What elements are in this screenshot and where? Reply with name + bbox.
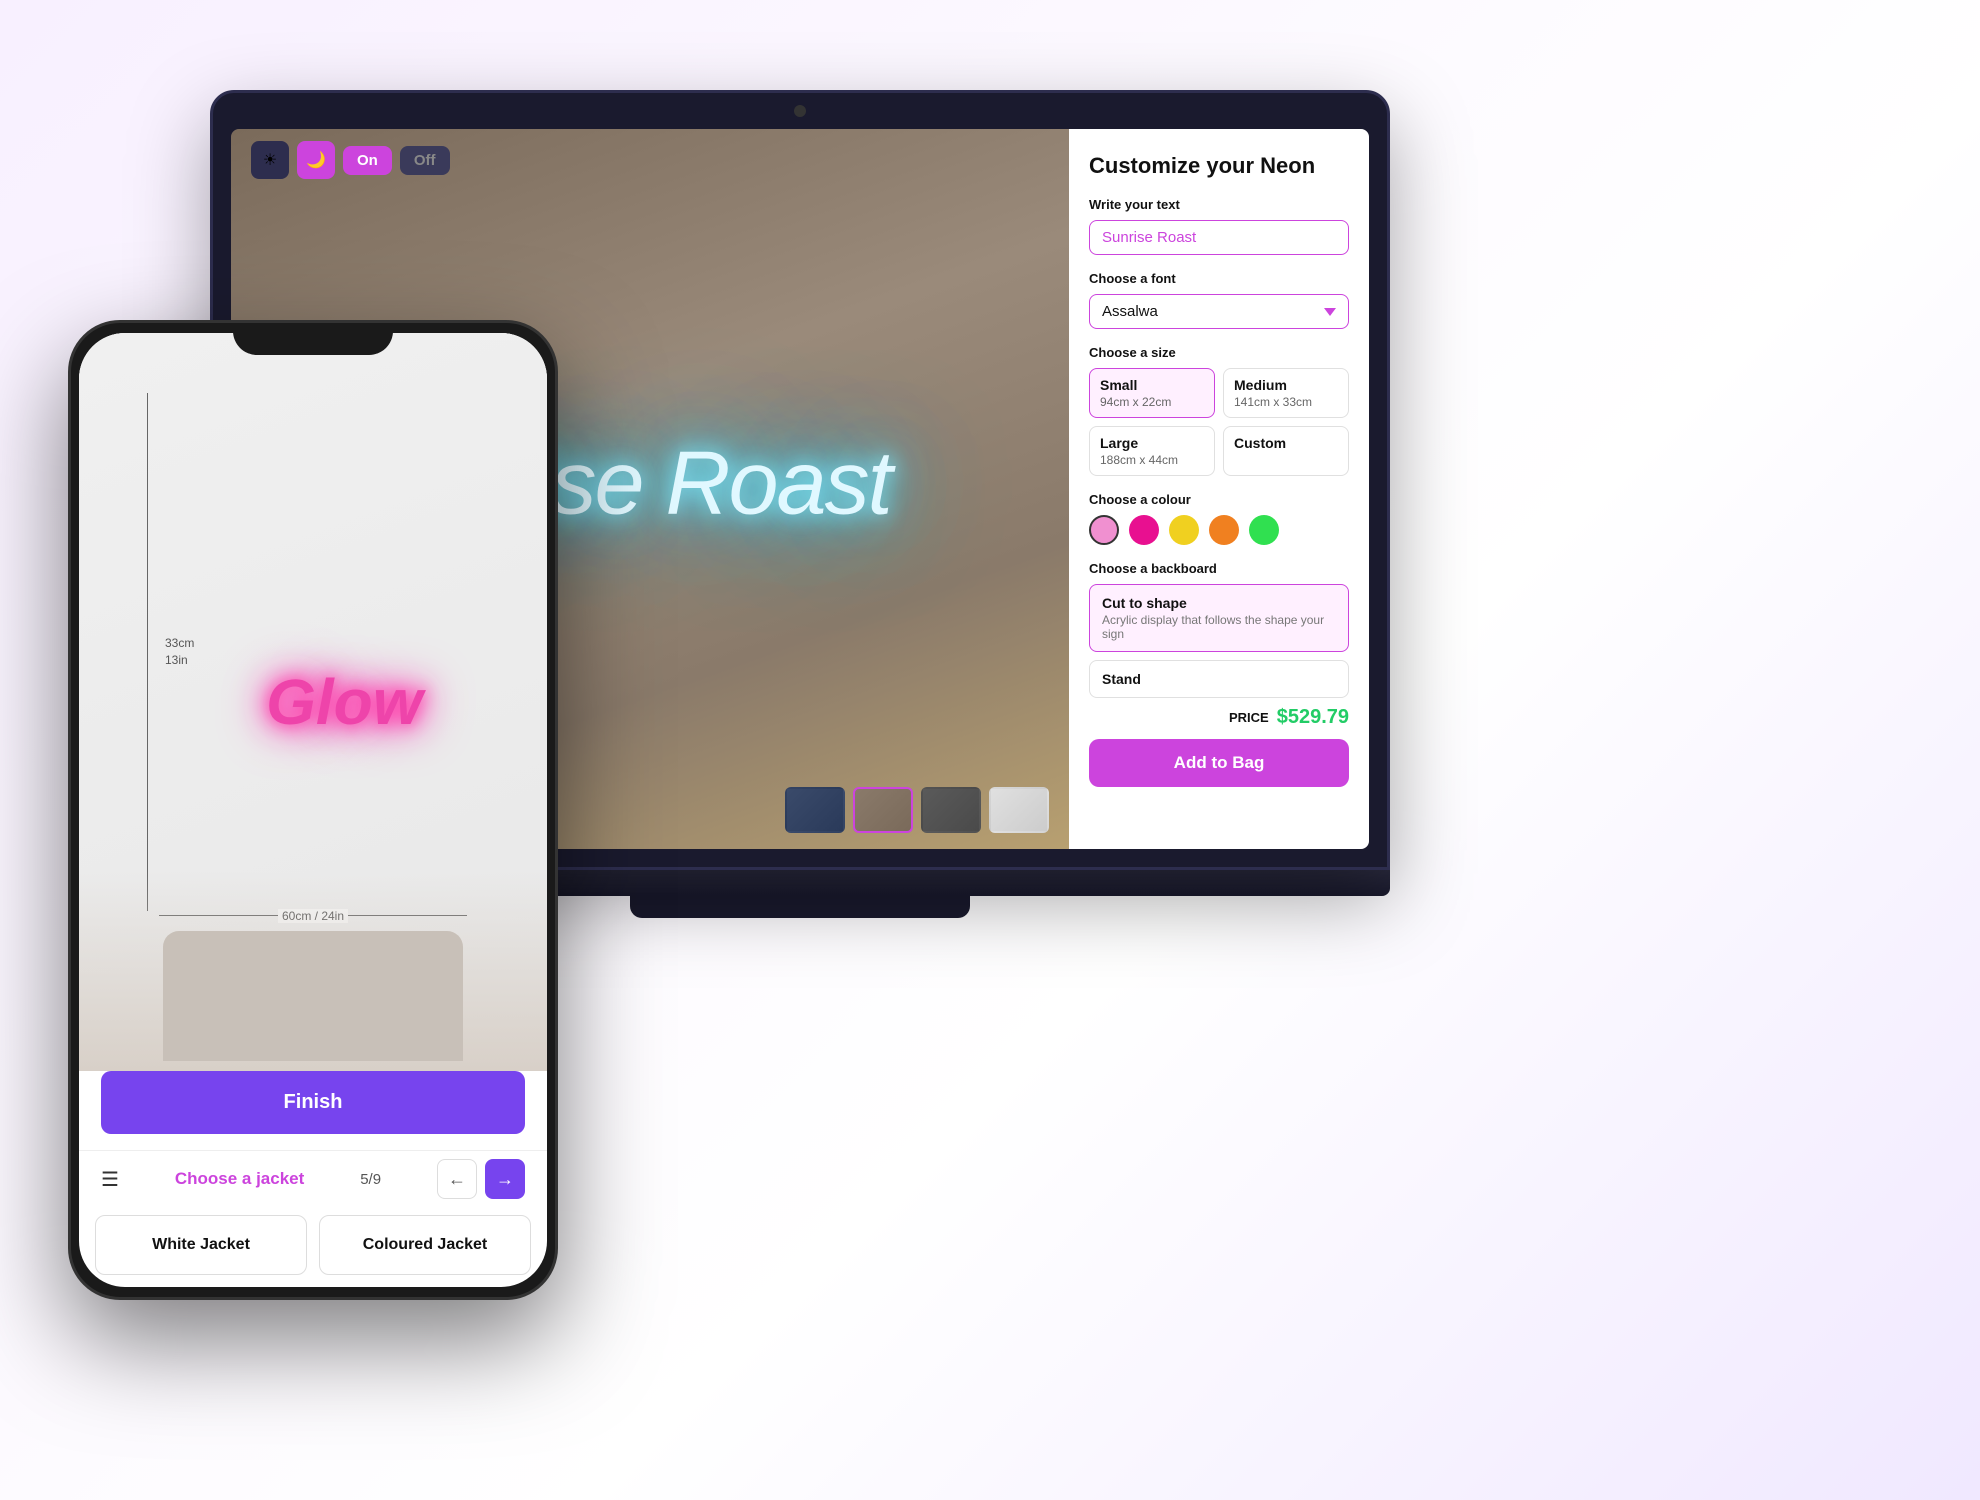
panel-title: Customize your Neon <box>1089 153 1349 179</box>
backboard-stand-name: Stand <box>1102 671 1336 687</box>
nav-arrows: ← → <box>437 1159 525 1199</box>
white-jacket-label: White Jacket <box>152 1236 250 1254</box>
white-jacket-option[interactable]: White Jacket <box>95 1215 307 1275</box>
size-option-large[interactable]: Large 188cm x 44cm <box>1089 426 1215 476</box>
coloured-jacket-option[interactable]: Coloured Jacket <box>319 1215 531 1275</box>
right-panel: Customize your Neon Write your text Choo… <box>1069 129 1369 849</box>
size-option-medium[interactable]: Medium 141cm x 33cm <box>1223 368 1349 418</box>
size-name-medium: Medium <box>1234 377 1338 393</box>
phone-sofa-area <box>79 871 547 1071</box>
dim-v-line1: 33cm <box>165 636 194 650</box>
size-name-small: Small <box>1100 377 1204 393</box>
size-option-custom[interactable]: Custom <box>1223 426 1349 476</box>
backboard-cut-to-shape[interactable]: Cut to shape Acrylic display that follow… <box>1089 584 1349 652</box>
off-button[interactable]: Off <box>400 146 450 175</box>
write-text-label: Write your text <box>1089 197 1349 212</box>
phone-nav-bar: ☰ Choose a jacket 5/9 ← → <box>79 1150 547 1207</box>
choose-colour-label: Choose a colour <box>1089 492 1349 507</box>
nav-next-button[interactable]: → <box>485 1159 525 1199</box>
laptop-camera <box>794 105 806 117</box>
backboard-stand[interactable]: Stand <box>1089 660 1349 698</box>
thumbnail-3[interactable] <box>921 787 981 833</box>
price-label: PRICE <box>1229 710 1269 725</box>
laptop-controls: ☀ 🌙 On Off <box>251 141 450 179</box>
size-dims-small: 94cm x 22cm <box>1100 395 1204 409</box>
thumbnail-2[interactable] <box>853 787 913 833</box>
phone-preview-area: Glow 33cm 13in 60cm / 24in <box>79 333 547 1071</box>
on-button[interactable]: On <box>343 146 392 175</box>
colour-pink-hot[interactable] <box>1129 515 1159 545</box>
add-to-bag-button[interactable]: Add to Bag <box>1089 739 1349 787</box>
font-select[interactable]: Assalwa Arial Roboto Script <box>1089 294 1349 329</box>
choose-size-label: Choose a size <box>1089 345 1349 360</box>
phone-body: Glow 33cm 13in 60cm / 24in <box>68 320 558 1300</box>
size-dims-large: 188cm x 44cm <box>1100 453 1204 467</box>
colour-yellow[interactable] <box>1169 515 1199 545</box>
moon-icon-button[interactable]: 🌙 <box>297 141 335 179</box>
size-dims-medium: 141cm x 33cm <box>1234 395 1338 409</box>
moon-icon: 🌙 <box>306 150 326 170</box>
sun-icon: ☀ <box>263 150 277 170</box>
price-row: PRICE $529.79 <box>1089 706 1349 729</box>
hamburger-icon[interactable]: ☰ <box>101 1167 119 1192</box>
sofa-shape <box>163 931 463 1061</box>
colour-row <box>1089 515 1349 545</box>
laptop-stand <box>630 896 970 918</box>
phone-screen: Glow 33cm 13in 60cm / 24in <box>79 333 547 1287</box>
backboard-cut-desc: Acrylic display that follows the shape y… <box>1102 613 1336 641</box>
size-name-large: Large <box>1100 435 1204 451</box>
sun-icon-button[interactable]: ☀ <box>251 141 289 179</box>
size-grid: Small 94cm x 22cm Medium 141cm x 33cm La… <box>1089 368 1349 476</box>
thumbnail-1[interactable] <box>785 787 845 833</box>
dimension-label-vertical: 33cm 13in <box>165 635 194 669</box>
dimension-line-vertical: 33cm 13in <box>147 393 148 911</box>
colour-green[interactable] <box>1249 515 1279 545</box>
price-value: $529.79 <box>1277 706 1349 729</box>
phone-preview-image: Glow 33cm 13in 60cm / 24in <box>79 333 547 1071</box>
colour-pink-light[interactable] <box>1089 515 1119 545</box>
phone-neon-glow-text: Glow <box>266 665 422 739</box>
dim-v-line2: 13in <box>165 653 188 667</box>
colour-orange[interactable] <box>1209 515 1239 545</box>
phone: Glow 33cm 13in 60cm / 24in <box>68 320 558 1300</box>
jacket-options-row: White Jacket Coloured Jacket <box>79 1207 547 1287</box>
neon-text-input[interactable] <box>1089 220 1349 255</box>
nav-prev-button[interactable]: ← <box>437 1159 477 1199</box>
choose-backboard-label: Choose a backboard <box>1089 561 1349 576</box>
size-option-small[interactable]: Small 94cm x 22cm <box>1089 368 1215 418</box>
finish-button[interactable]: Finish <box>101 1071 525 1134</box>
backboard-cut-name: Cut to shape <box>1102 595 1336 611</box>
choose-font-label: Choose a font <box>1089 271 1349 286</box>
coloured-jacket-label: Coloured Jacket <box>363 1236 487 1254</box>
nav-count: 5/9 <box>360 1171 381 1188</box>
nav-title: Choose a jacket <box>175 1169 304 1189</box>
thumbnail-4[interactable] <box>989 787 1049 833</box>
size-name-custom: Custom <box>1234 435 1338 451</box>
phone-notch <box>233 323 393 355</box>
thumbnail-strip <box>785 787 1049 833</box>
